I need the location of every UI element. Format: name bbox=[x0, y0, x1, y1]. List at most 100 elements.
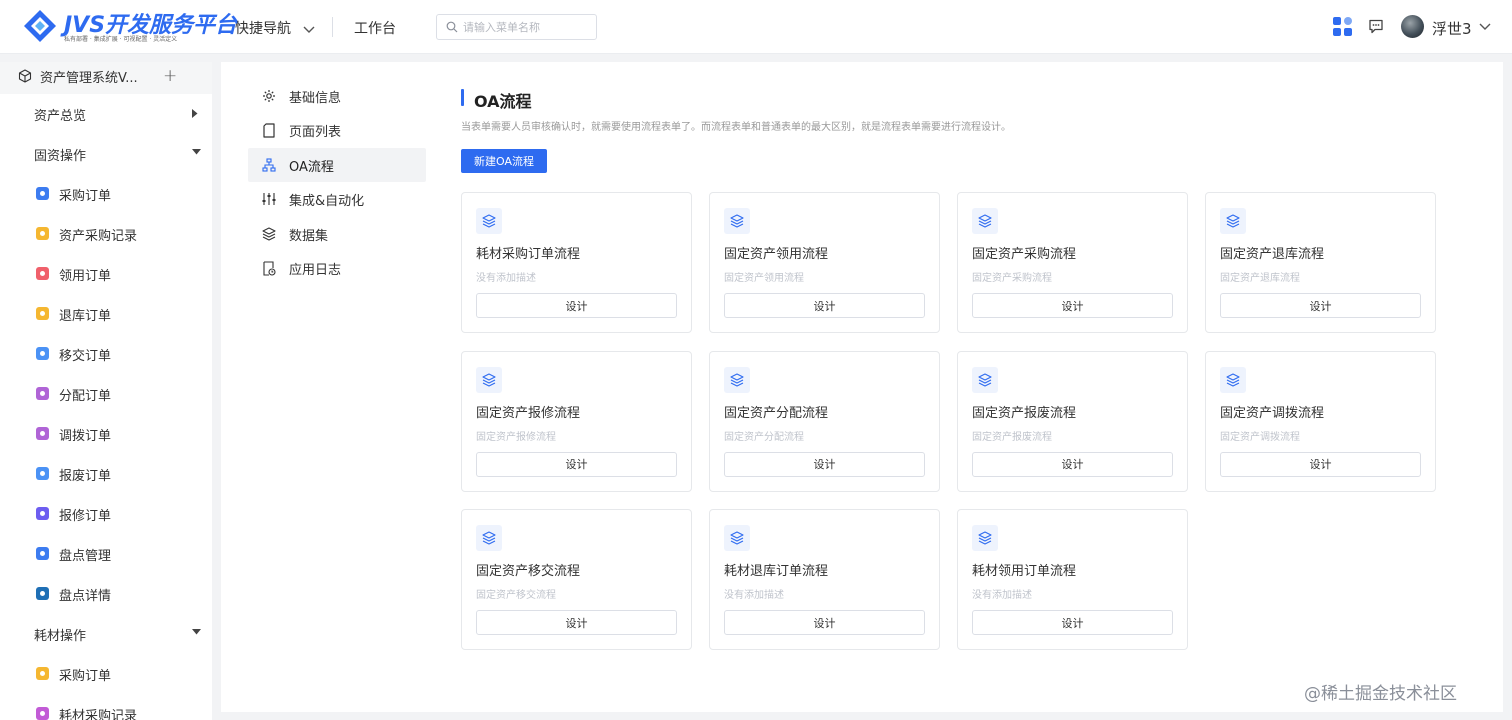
sidebar-item[interactable]: 退库订单 bbox=[0, 294, 212, 334]
design-button[interactable]: 设计 bbox=[972, 610, 1173, 635]
flow-card-description: 固定资产报修流程 bbox=[476, 431, 556, 443]
flow-card[interactable]: 耗材采购订单流程 没有添加描述 设计 bbox=[461, 192, 692, 333]
subnav-item[interactable]: 页面列表 bbox=[248, 113, 426, 147]
search-input[interactable] bbox=[463, 18, 591, 36]
flow-card-description: 固定资产采购流程 bbox=[972, 273, 1052, 284]
add-icon[interactable]: + bbox=[163, 66, 177, 86]
menu-item-icon bbox=[36, 507, 49, 520]
layers-icon bbox=[476, 366, 502, 393]
caret-down-icon bbox=[192, 149, 201, 155]
logo-icon bbox=[24, 10, 56, 42]
message-icon[interactable] bbox=[1368, 19, 1384, 34]
subnav-item[interactable]: 应用日志 bbox=[248, 251, 426, 285]
flow-card[interactable]: 耗材退库订单流程没有添加描述设计 bbox=[709, 509, 940, 650]
menu-item-icon bbox=[36, 347, 49, 360]
flow-card-title: 固定资产报修流程 bbox=[476, 405, 581, 421]
sidebar-item[interactable]: 报修订单 bbox=[0, 494, 212, 534]
flow-card-title: 固定资产领用流程 bbox=[724, 247, 829, 262]
design-button[interactable]: 设计 bbox=[724, 610, 925, 635]
layers-icon bbox=[972, 208, 998, 234]
workbench-link[interactable]: 工作台 bbox=[354, 18, 396, 38]
sidebar-item-label: 调拨订单 bbox=[59, 429, 112, 444]
design-button[interactable]: 设计 bbox=[1220, 293, 1421, 318]
sidebar-item[interactable]: 采购订单 bbox=[0, 654, 212, 694]
subnav-item[interactable]: 基础信息 bbox=[248, 79, 426, 113]
sidebar-item[interactable]: 报废订单 bbox=[0, 454, 212, 494]
subnav-item[interactable]: OA流程 bbox=[248, 147, 426, 182]
flow-card-title: 耗材退库订单流程 bbox=[724, 564, 829, 579]
design-button[interactable]: 设计 bbox=[1220, 451, 1421, 477]
flow-card-title: 耗材领用订单流程 bbox=[972, 564, 1077, 579]
layers-icon bbox=[724, 525, 750, 551]
apps-grid-icon[interactable] bbox=[1333, 17, 1352, 36]
sidebar-item[interactable]: 盘点详情 bbox=[0, 574, 212, 614]
subnav-item-label: 页面列表 bbox=[289, 125, 342, 141]
layers-icon bbox=[724, 208, 750, 234]
main-panel: 基础信息 页面列表 OA流程 集成&自动化 数据集 应用日志 OA流程 当表单需要人员审核… bbox=[221, 62, 1503, 712]
flow-card[interactable]: 固定资产分配流程 固定资产分配流程 设计 bbox=[709, 350, 940, 492]
design-button[interactable]: 设计 bbox=[476, 610, 677, 635]
sidebar-group[interactable]: 资产总览 bbox=[0, 94, 212, 134]
sidebar-item-label: 退库订单 bbox=[59, 309, 112, 324]
sidebar-item[interactable]: 调拨订单 bbox=[0, 414, 212, 454]
sidebar-item[interactable]: 领用订单 bbox=[0, 254, 212, 294]
menu-item-icon bbox=[36, 187, 49, 200]
layers-icon bbox=[1220, 366, 1246, 393]
flow-card-title: 固定资产退库流程 bbox=[1220, 247, 1325, 262]
sidebar-item[interactable]: 分配订单 bbox=[0, 374, 212, 414]
flow-card[interactable]: 固定资产报废流程 固定资产报废流程 设计 bbox=[957, 350, 1188, 492]
subnav-item[interactable]: 数据集 bbox=[248, 217, 426, 251]
flow-card-description: 固定资产领用流程 bbox=[724, 273, 804, 284]
design-button[interactable]: 设计 bbox=[972, 451, 1173, 477]
flow-card-description: 没有添加描述 bbox=[724, 590, 784, 601]
design-button[interactable]: 设计 bbox=[724, 293, 925, 318]
sidebar-item-label: 移交订单 bbox=[59, 349, 112, 364]
sidebar-item-label: 领用订单 bbox=[59, 269, 112, 284]
menu-item-icon bbox=[36, 427, 49, 440]
search-icon bbox=[446, 21, 458, 33]
flow-card[interactable]: 固定资产调拨流程 固定资产调拨流程 设计 bbox=[1205, 350, 1436, 492]
menu-item-icon bbox=[36, 387, 49, 400]
menu-search[interactable] bbox=[436, 14, 597, 40]
flow-card-description: 没有添加描述 bbox=[972, 590, 1032, 601]
flow-card-description: 固定资产调拨流程 bbox=[1220, 431, 1300, 443]
flow-card[interactable]: 固定资产退库流程 固定资产退库流程 设计 bbox=[1205, 192, 1436, 333]
quick-nav-label: 快捷导航 bbox=[235, 21, 291, 37]
chevron-down-icon[interactable] bbox=[1479, 23, 1491, 31]
app-switcher[interactable]: 资产管理系统V... + bbox=[0, 62, 212, 94]
avatar[interactable] bbox=[1401, 15, 1424, 38]
design-button[interactable]: 设计 bbox=[724, 451, 925, 477]
sidebar-group[interactable]: 耗材操作 bbox=[0, 614, 212, 654]
subnav-item[interactable]: 集成&自动化 bbox=[248, 182, 426, 216]
flow-card-title: 固定资产移交流程 bbox=[476, 564, 581, 579]
cube-icon bbox=[18, 69, 32, 83]
layers-icon bbox=[1220, 208, 1246, 234]
menu-item-icon bbox=[36, 467, 49, 480]
sidebar-item-label: 采购订单 bbox=[59, 669, 112, 684]
sidebar-group[interactable]: 固资操作 bbox=[0, 134, 212, 174]
flow-card[interactable]: 固定资产采购流程 固定资产采购流程 设计 bbox=[957, 192, 1188, 333]
flow-card[interactable]: 固定资产移交流程 固定资产移交流程 设计 bbox=[461, 509, 692, 650]
design-button[interactable]: 设计 bbox=[476, 451, 677, 477]
flow-card[interactable]: 固定资产领用流程 固定资产领用流程 设计 bbox=[709, 192, 940, 333]
quick-nav-dropdown[interactable]: 快捷导航 bbox=[235, 18, 315, 38]
username[interactable]: 浮世3 bbox=[1432, 18, 1472, 39]
design-button[interactable]: 设计 bbox=[972, 293, 1173, 318]
flow-card-description: 固定资产退库流程 bbox=[1220, 273, 1300, 284]
flow-card[interactable]: 固定资产报修流程 固定资产报修流程 设计 bbox=[461, 350, 692, 492]
menu-item-icon bbox=[36, 707, 49, 720]
flow-card[interactable]: 耗材领用订单流程没有添加描述设计 bbox=[957, 509, 1188, 650]
logo[interactable]: JVS开发服务平台 私有部署 · 集成扩展 · 可视配置 · 灵活定义 bbox=[22, 6, 237, 48]
new-oa-flow-button[interactable]: 新建OA流程 bbox=[461, 149, 547, 173]
sidebar-item[interactable]: 资产采购记录 bbox=[0, 214, 212, 254]
sidebar-item[interactable]: 耗材采购记录 bbox=[0, 694, 212, 720]
design-button[interactable]: 设计 bbox=[476, 293, 677, 318]
flow-card-description: 没有添加描述 bbox=[476, 273, 536, 284]
layers-icon bbox=[476, 208, 502, 234]
sidebar-item[interactable]: 采购订单 bbox=[0, 174, 212, 214]
sidebar-item[interactable]: 移交订单 bbox=[0, 334, 212, 374]
caret-right-icon bbox=[192, 109, 198, 118]
top-bar: JVS开发服务平台 私有部署 · 集成扩展 · 可视配置 · 灵活定义 快捷导航… bbox=[0, 0, 1512, 54]
sidebar-item[interactable]: 盘点管理 bbox=[0, 534, 212, 574]
sidebar-item-label: 盘点详情 bbox=[59, 589, 112, 604]
